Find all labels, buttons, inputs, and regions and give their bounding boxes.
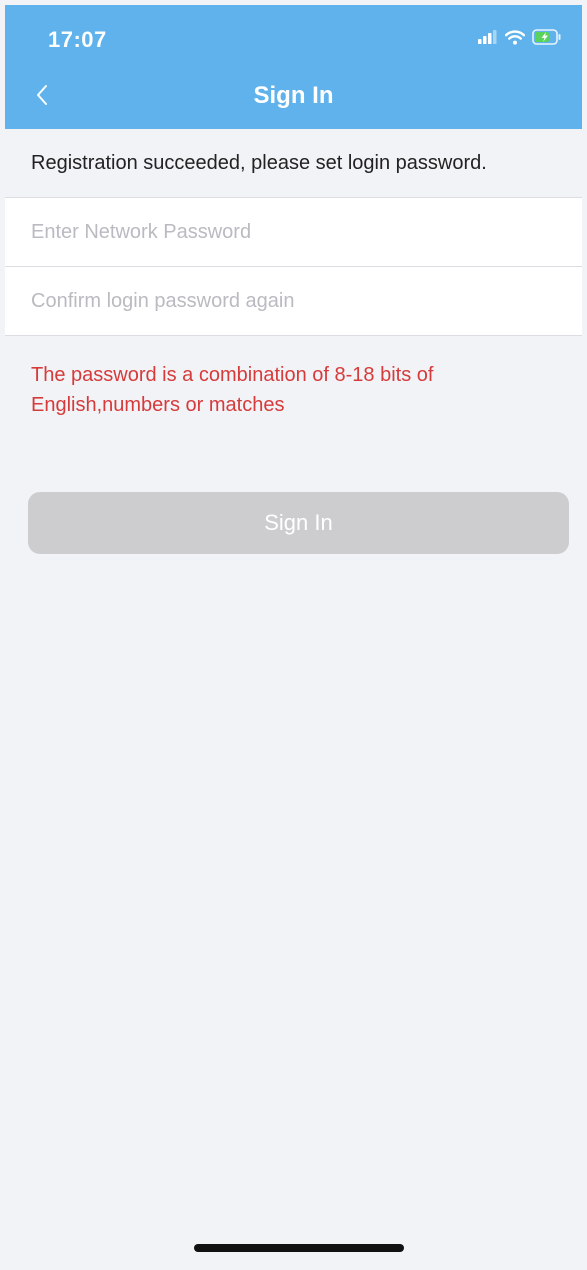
password-hint: The password is a combination of 8-18 bi… [31,364,434,416]
app-screen: 17:07 Sign In Registration succeeded, pl… [5,5,582,1265]
home-indicator [194,1244,404,1252]
status-time: 17:07 [48,27,107,52]
sign-in-button[interactable]: Sign In [28,492,569,554]
registration-message-bar: Registration succeeded, please set login… [5,129,582,198]
wifi-icon [504,29,526,50]
password-row [5,198,582,267]
header: 17:07 Sign In [5,5,582,129]
battery-charging-icon [532,29,562,50]
confirm-password-row [5,267,582,336]
status-icons [478,29,562,50]
confirm-password-input[interactable] [31,267,551,335]
registration-message: Registration succeeded, please set login… [31,152,487,174]
password-input[interactable] [31,198,551,266]
page-title: Sign In [253,82,334,109]
signal-icon [478,30,498,49]
